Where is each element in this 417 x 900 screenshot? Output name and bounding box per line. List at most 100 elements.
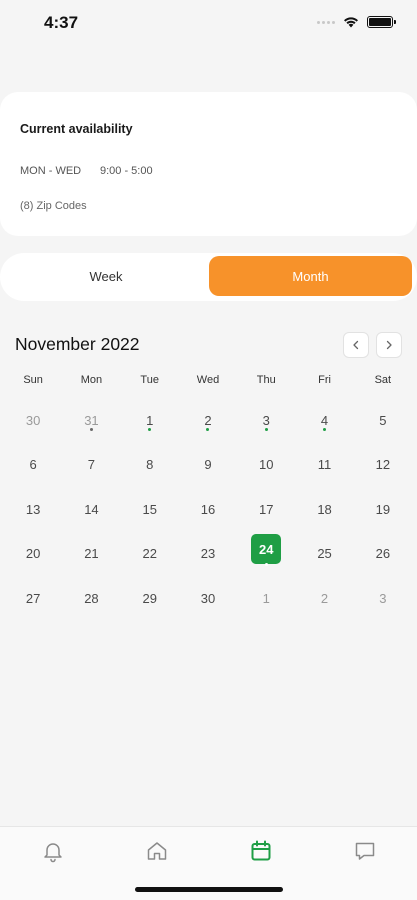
weekday-label: Fri	[318, 374, 331, 386]
calendar-day[interactable]: 16	[179, 491, 237, 535]
day-number: 27	[25, 590, 41, 606]
view-toggle: Week Month	[0, 253, 417, 301]
calendar-day[interactable]: 7	[62, 446, 120, 490]
calendar-day[interactable]: 30	[179, 580, 237, 624]
calendar-day[interactable]: 17	[237, 491, 295, 535]
availability-title: Current availability	[20, 122, 133, 136]
calendar-day[interactable]: 14	[62, 491, 120, 535]
availability-card[interactable]: Current availability MON - WED 9:00 - 5:…	[0, 92, 417, 236]
calendar-day[interactable]: 25	[295, 535, 353, 579]
day-number: 1	[262, 590, 270, 606]
calendar-day[interactable]: 26	[354, 535, 412, 579]
calendar-week: 27 28 29 30 1 2 3	[4, 580, 412, 624]
calendar-day[interactable]: 27	[4, 580, 62, 624]
calendar-day[interactable]: 8	[121, 446, 179, 490]
next-month-button[interactable]	[376, 332, 402, 358]
calendar-day[interactable]: 10	[237, 446, 295, 490]
event-indicator-dot	[264, 428, 268, 431]
calendar-day[interactable]: 22	[121, 535, 179, 579]
home-indicator	[135, 887, 283, 892]
event-indicator-dot	[89, 428, 93, 431]
calendar-day[interactable]: 5	[354, 402, 412, 446]
tab-notifications[interactable]	[39, 837, 67, 865]
event-indicator-dot	[264, 563, 268, 566]
chevron-right-icon	[386, 340, 392, 350]
day-number: 11	[317, 456, 332, 472]
calendar-icon	[251, 840, 271, 861]
calendar-day[interactable]: 4	[295, 402, 353, 446]
day-number: 8	[146, 456, 154, 472]
battery-icon	[367, 16, 396, 28]
day-number: 9	[204, 456, 212, 472]
month-title: November 2022	[15, 334, 140, 354]
calendar-day[interactable]: 15	[121, 491, 179, 535]
calendar-day[interactable]: 1	[237, 580, 295, 624]
calendar-day[interactable]: 23	[179, 535, 237, 579]
home-icon	[147, 842, 167, 860]
day-number: 26	[375, 545, 391, 561]
cellular-signal-icon	[317, 20, 335, 24]
calendar-day[interactable]: 28	[62, 580, 120, 624]
chevron-left-icon	[353, 340, 359, 350]
day-number: 12	[375, 456, 391, 472]
day-number: 5	[379, 412, 387, 428]
availability-hours: 9:00 - 5:00	[100, 165, 153, 177]
calendar-week: 20 21 22 23 24 25 26	[4, 534, 412, 579]
chat-icon	[355, 842, 375, 860]
availability-zip-codes: (8) Zip Codes	[20, 200, 87, 212]
day-number: 17	[259, 501, 274, 517]
calendar-day[interactable]: 2	[179, 402, 237, 446]
day-number: 10	[259, 456, 274, 472]
day-number: 13	[25, 501, 41, 517]
calendar-day[interactable]: 3	[237, 402, 295, 446]
day-number: 14	[84, 501, 99, 517]
calendar-day[interactable]: 30	[4, 402, 62, 446]
calendar-day[interactable]: 1	[121, 402, 179, 446]
day-number: 7	[87, 456, 96, 472]
tab-home[interactable]	[143, 837, 171, 865]
calendar-day[interactable]: 31	[62, 402, 120, 446]
calendar-day-selected[interactable]: 24	[237, 534, 295, 579]
previous-month-button[interactable]	[343, 332, 369, 358]
tab-calendar[interactable]	[247, 837, 275, 865]
tab-messages[interactable]	[351, 837, 379, 865]
calendar-day[interactable]: 12	[354, 446, 412, 490]
calendar-week: 13 14 15 16 17 18 19	[4, 491, 412, 535]
day-number: 20	[25, 545, 41, 561]
calendar-week: 6 7 8 9 10 11 12	[4, 446, 412, 490]
calendar-day[interactable]: 19	[354, 491, 412, 535]
day-number: 25	[317, 545, 332, 561]
calendar-day[interactable]: 11	[295, 446, 353, 490]
calendar-day[interactable]: 6	[4, 446, 62, 490]
day-number: 6	[29, 456, 37, 472]
calendar-day[interactable]: 3	[354, 580, 412, 624]
day-number: 21	[84, 545, 99, 561]
day-number: 15	[142, 501, 157, 517]
calendar-day[interactable]: 9	[179, 446, 237, 490]
calendar-day[interactable]: 13	[4, 491, 62, 535]
weekday-label: Sun	[23, 374, 43, 386]
month-tab[interactable]: Month	[209, 256, 412, 296]
bell-icon	[44, 843, 62, 863]
day-number: 30	[25, 412, 41, 428]
status-icons	[317, 16, 396, 28]
calendar-week: 30 31 1 2 3 4 5	[4, 402, 412, 446]
calendar-day[interactable]: 29	[121, 580, 179, 624]
day-number: 16	[200, 501, 216, 517]
calendar-day[interactable]: 2	[295, 580, 353, 624]
day-number: 18	[317, 501, 332, 517]
day-number: 22	[142, 545, 157, 561]
weekday-header: Sun Mon Tue Wed Thu Fri Sat	[4, 374, 412, 390]
status-time: 4:37	[44, 13, 79, 32]
weekday-label: Sat	[374, 374, 392, 386]
calendar-day[interactable]: 20	[4, 535, 62, 579]
weekday-label: Wed	[196, 374, 220, 386]
wifi-icon	[344, 17, 358, 28]
calendar-day[interactable]: 18	[295, 491, 353, 535]
day-number: 3	[379, 590, 387, 606]
week-tab[interactable]: Week	[6, 256, 206, 296]
day-number: 28	[84, 590, 99, 606]
weekday-label: Tue	[140, 374, 159, 386]
day-number: 29	[142, 590, 157, 606]
calendar-day[interactable]: 21	[62, 535, 120, 579]
